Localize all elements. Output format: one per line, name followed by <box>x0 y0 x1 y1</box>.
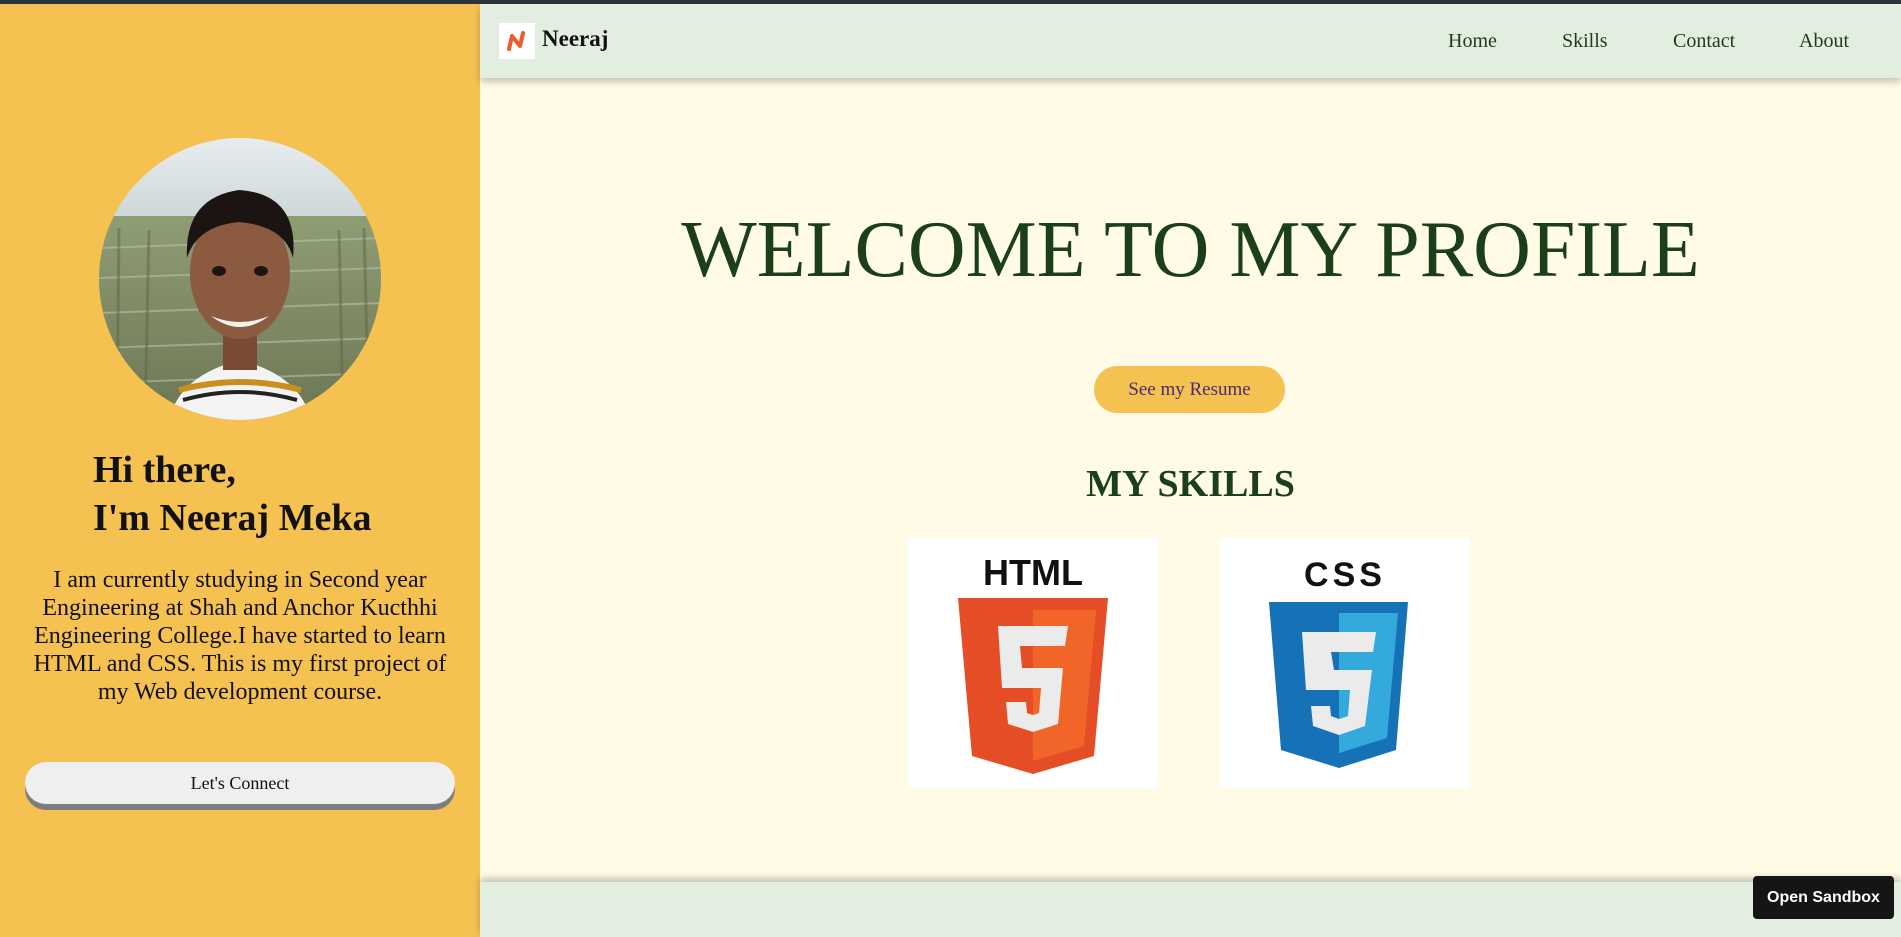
skills-heading: MY SKILLS <box>1086 463 1295 505</box>
sidebar: Hi there, I'm Neeraj Meka I am currently … <box>0 4 480 937</box>
see-resume-button[interactable]: See my Resume <box>1094 366 1285 413</box>
html-logo-label: HTML <box>983 552 1083 593</box>
greeting-line-2: I'm Neeraj Meka <box>93 497 372 539</box>
html5-logo-icon: HTML <box>958 552 1108 774</box>
footer-bar <box>480 882 1901 937</box>
nav-link-contact[interactable]: Contact <box>1673 30 1735 53</box>
avatar <box>99 138 381 420</box>
greeting-heading: Hi there, I'm Neeraj Meka <box>93 446 372 542</box>
lets-connect-button[interactable]: Let's Connect <box>25 762 455 804</box>
nav-link-skills[interactable]: Skills <box>1562 30 1608 53</box>
css3-skill-card: CSS <box>1220 538 1470 788</box>
page-title: WELCOME TO MY PROFILE <box>681 206 1700 294</box>
nav-link-home[interactable]: Home <box>1448 30 1497 53</box>
greeting-line-1: Hi there, <box>93 449 236 491</box>
nav-link-about[interactable]: About <box>1799 30 1849 53</box>
navbar: Neeraj Home Skills Contact About <box>480 4 1901 78</box>
open-sandbox-button[interactable]: Open Sandbox <box>1753 876 1894 919</box>
html5-skill-card: HTML <box>908 538 1158 788</box>
neeraj-logo-icon[interactable] <box>499 23 535 59</box>
css-logo-label: CSS <box>1304 556 1386 594</box>
css3-logo-icon: CSS <box>1269 556 1408 768</box>
bio-text: I am currently studying in Second year E… <box>33 567 447 705</box>
brand-name[interactable]: Neeraj <box>542 26 608 52</box>
